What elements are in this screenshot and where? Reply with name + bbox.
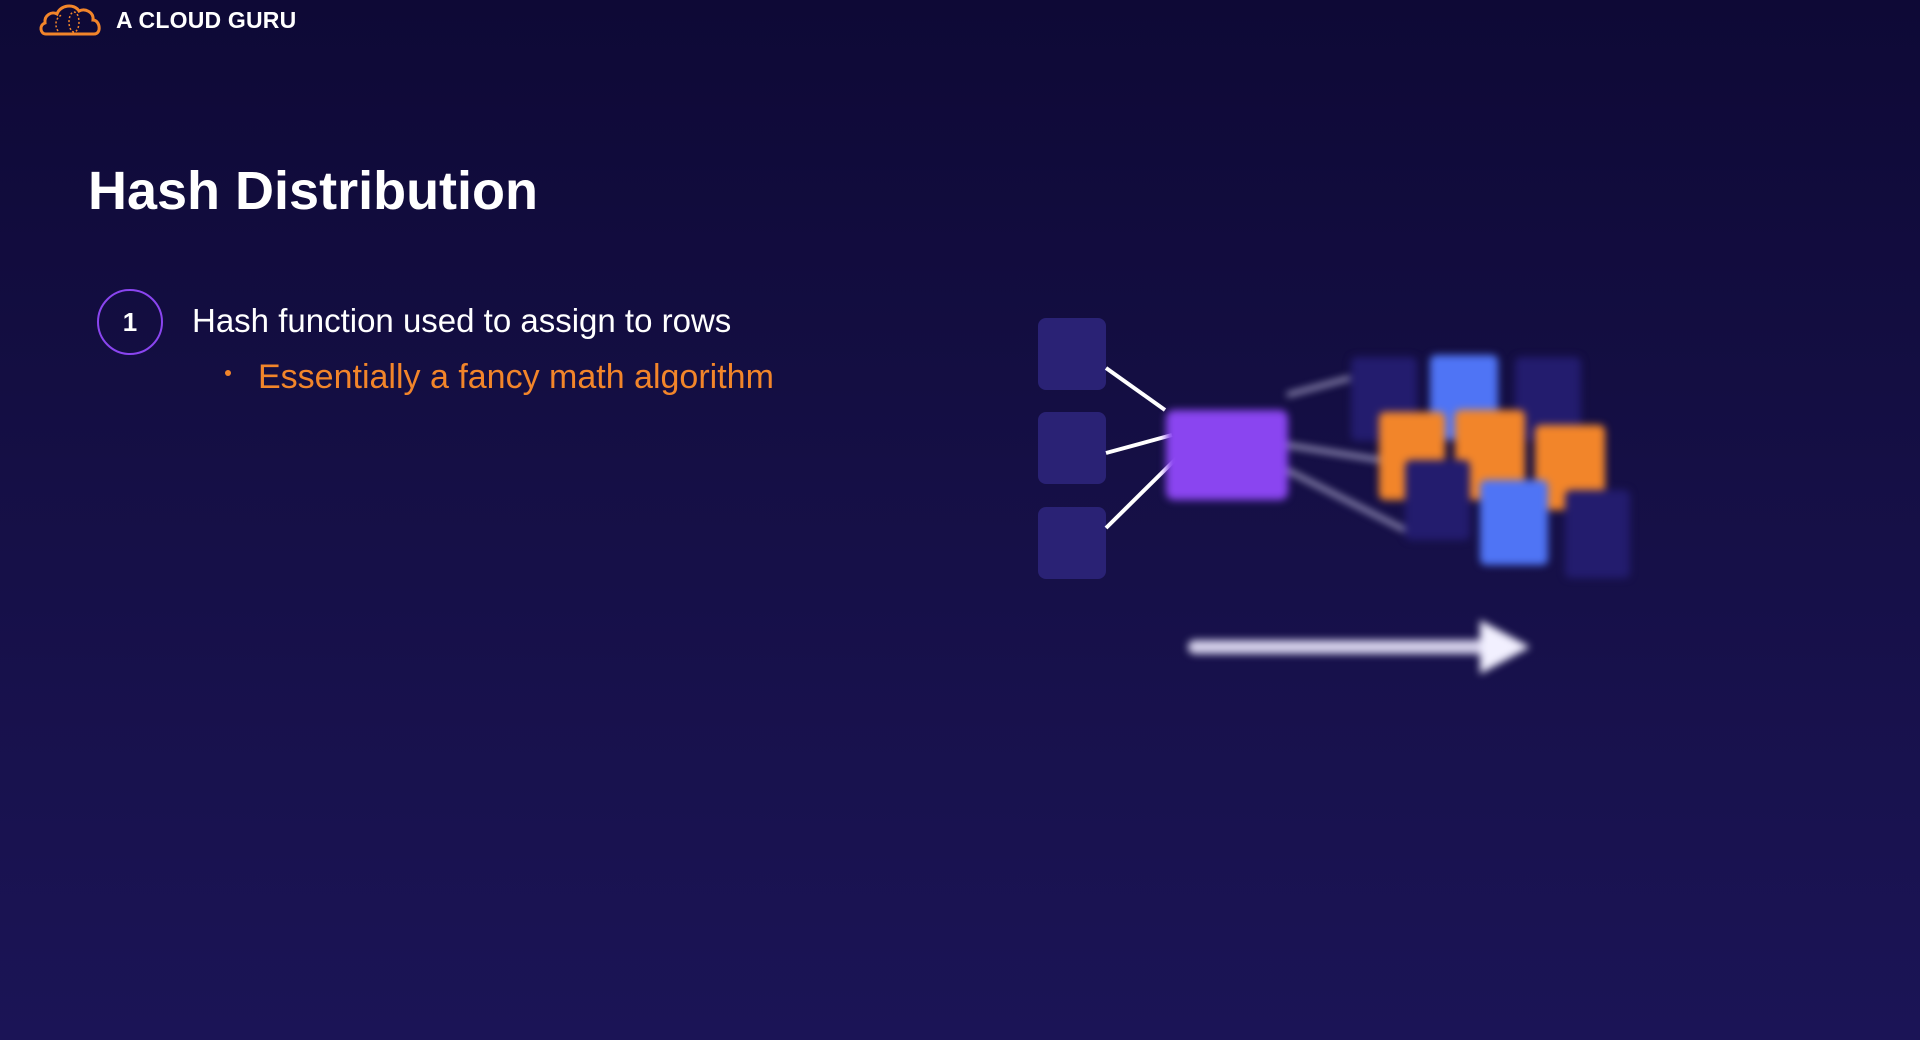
input-row-block — [1038, 318, 1106, 390]
arrow-right-icon — [1188, 620, 1530, 674]
input-row-block — [1038, 507, 1106, 579]
input-row-block — [1038, 412, 1106, 484]
distribution-block — [1480, 480, 1548, 565]
hash-distribution-diagram — [1038, 318, 1630, 674]
connector-line — [1104, 366, 1167, 412]
output-line — [1286, 443, 1381, 462]
output-line — [1286, 376, 1351, 397]
input-rows — [1038, 318, 1106, 579]
connector-line — [1105, 433, 1173, 455]
distribution-block — [1565, 490, 1630, 578]
hash-function-block — [1166, 410, 1288, 500]
distribution-block — [1405, 460, 1470, 540]
hash-output — [1166, 355, 1630, 674]
